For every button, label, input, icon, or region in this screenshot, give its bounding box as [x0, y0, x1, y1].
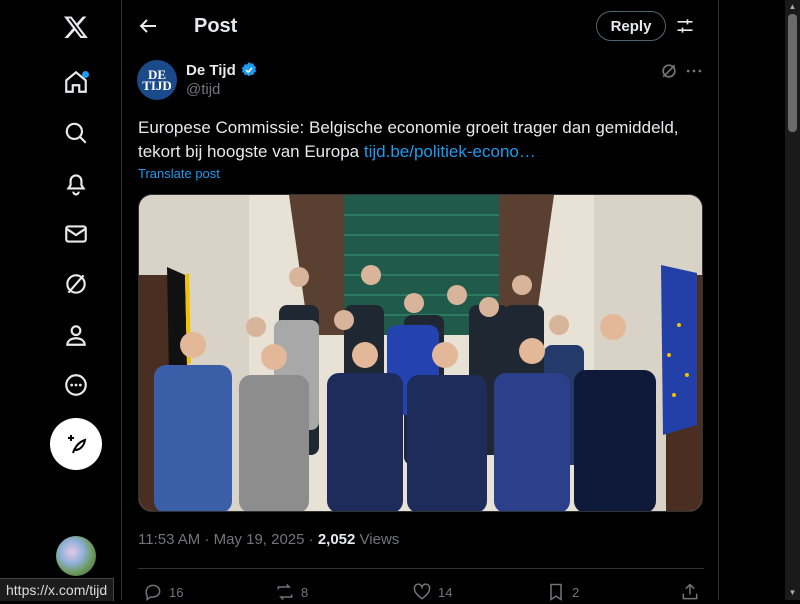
notification-dot [82, 71, 89, 78]
more-options-icon[interactable] [684, 61, 704, 81]
page-title: Post [194, 15, 238, 37]
feather-plus-icon [68, 435, 87, 454]
translate-post-link[interactable]: Translate post [138, 166, 220, 181]
account-avatar[interactable] [56, 536, 96, 576]
group-photo-illustration [139, 195, 702, 511]
post-header: Post Reply [122, 0, 720, 53]
scrollbar[interactable]: ▲ ▼ [785, 0, 800, 600]
messages-envelope-icon[interactable] [51, 209, 101, 259]
share-action[interactable] [680, 582, 700, 602]
profile-icon[interactable] [51, 310, 101, 360]
more-circle-icon[interactable] [51, 360, 101, 410]
grok-icon[interactable] [51, 259, 101, 309]
x-logo-icon[interactable] [51, 2, 101, 52]
like-count: 14 [438, 584, 453, 600]
repost-action[interactable]: 8 [275, 582, 308, 602]
reply-button[interactable]: Reply [596, 11, 666, 41]
author-name: De Tijd [186, 61, 236, 79]
post-actions: 16 8 14 2 [138, 582, 704, 604]
reply-action[interactable]: 16 [143, 582, 183, 602]
repost-count: 8 [301, 584, 309, 600]
home-icon[interactable] [51, 57, 101, 107]
left-nav [0, 0, 121, 600]
search-icon[interactable] [51, 108, 101, 158]
status-bar-url: https://x.com/tijd [0, 578, 115, 601]
author-name-row[interactable]: De Tijd [186, 61, 258, 79]
main-column: Post Reply DE TIJD De Tijd @tijd Europes… [121, 0, 720, 601]
back-arrow-icon[interactable] [136, 14, 160, 38]
sliders-icon[interactable] [675, 16, 695, 36]
reply-count: 16 [169, 584, 184, 600]
post-text: Europese Commissie: Belgische economie g… [138, 116, 703, 164]
post-image[interactable] [138, 194, 703, 512]
bookmark-action[interactable]: 2 [546, 582, 579, 602]
compose-post-button[interactable] [50, 418, 102, 470]
notifications-bell-icon[interactable] [51, 158, 101, 208]
views-count: 2,052 [317, 531, 356, 548]
like-action[interactable]: 14 [412, 582, 452, 602]
post-time[interactable]: 11:53 AM · May 19, 2025 · [138, 531, 318, 548]
heart-icon [413, 583, 431, 600]
avatar-logo-text: DE TIJD [142, 67, 172, 93]
post-link[interactable]: tijd.be/politiek-econo… [364, 142, 536, 161]
reply-bubble-icon [145, 584, 161, 601]
repost-icon [277, 583, 293, 601]
divider [138, 568, 704, 569]
share-icon [682, 583, 698, 600]
post-timestamp: 11:53 AM · May 19, 2025 · 2,052 Views [138, 531, 399, 548]
author-avatar[interactable]: DE TIJD [137, 60, 177, 100]
scroll-up-arrow-icon[interactable]: ▲ [788, 2, 797, 12]
scroll-down-arrow-icon[interactable]: ▼ [788, 588, 797, 598]
verified-badge-icon [241, 62, 256, 77]
views-label: Views [355, 531, 400, 548]
scrollbar-thumb[interactable] [788, 14, 797, 132]
bookmark-count: 2 [572, 584, 580, 600]
grok-icon[interactable] [659, 61, 679, 81]
bookmark-icon [550, 583, 562, 601]
author-handle[interactable]: @tijd [186, 81, 220, 98]
